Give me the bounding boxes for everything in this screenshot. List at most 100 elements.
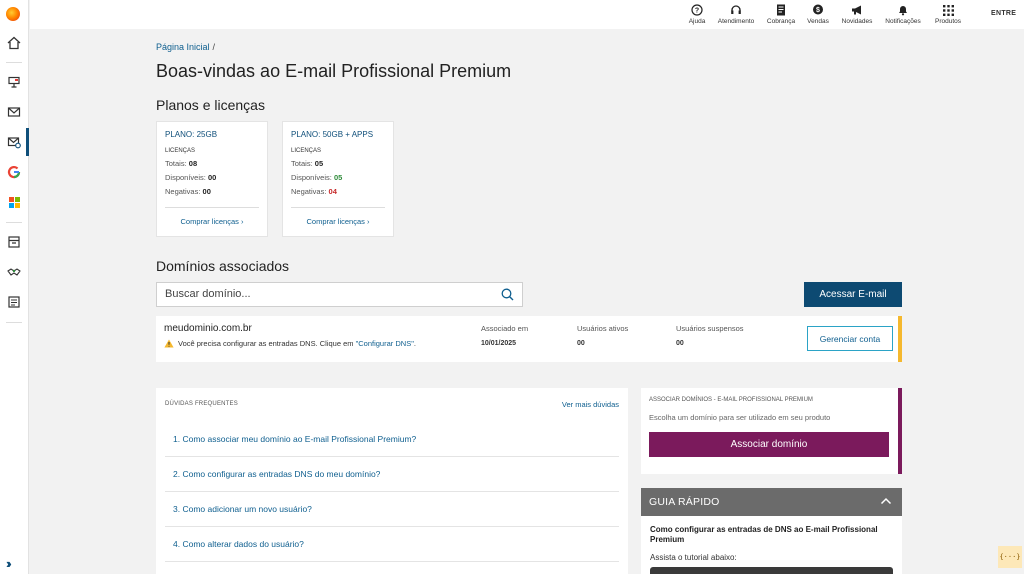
double-chevron-right-icon: ›› <box>6 556 11 571</box>
associated-date: Associado em 10/01/2025 <box>481 324 529 347</box>
quick-guide-panel: GUIA RÁPIDO Como configurar as entradas … <box>641 488 902 574</box>
topbar-help[interactable]: ? Ajuda <box>675 3 719 25</box>
sidebar-item-home[interactable] <box>4 33 24 53</box>
manage-account-button[interactable]: Gerenciar conta <box>807 326 893 351</box>
sidebar-divider <box>6 322 22 323</box>
topbar-notifications[interactable]: Notificações <box>881 3 925 25</box>
search-icon[interactable] <box>501 288 514 301</box>
quick-guide-header[interactable]: GUIA RÁPIDO <box>641 488 902 516</box>
bell-icon <box>899 6 907 16</box>
buy-licenses-link[interactable]: Comprar licenças › <box>283 217 393 226</box>
google-icon <box>7 165 21 179</box>
headset-icon <box>731 5 741 14</box>
associate-domain-panel: ASSOCIAR DOMÍNIOS - E-MAIL PROFISSIONAL … <box>641 388 902 474</box>
breadcrumb-home-link[interactable]: Página Inicial <box>156 42 210 52</box>
sidebar-item-google[interactable] <box>4 162 24 182</box>
topbar-news[interactable]: Novidades <box>835 3 879 25</box>
configure-dns-link[interactable]: "Configurar DNS" <box>356 339 414 348</box>
active-users: Usuários ativos 00 <box>577 324 629 347</box>
licenses-header: LICENÇAS <box>291 148 322 154</box>
store-icon <box>8 236 20 248</box>
domain-name: meudominio.com.br <box>164 323 252 334</box>
licenses-negative: Negativas: 00 <box>165 187 211 196</box>
buy-licenses-link[interactable]: Comprar licenças › <box>157 217 267 226</box>
topbar-sales[interactable]: $ Vendas <box>796 3 840 25</box>
chevron-right-icon: › <box>366 217 370 226</box>
sidebar-item-marketing[interactable] <box>4 72 24 92</box>
topbar-label: Produtos <box>934 18 962 25</box>
brand-logo[interactable] <box>6 7 20 21</box>
sidebar-divider <box>6 62 22 63</box>
mail-settings-icon <box>7 137 21 149</box>
licenses-total: Totais: 05 <box>291 159 324 168</box>
sidebar-item-microsoft[interactable] <box>4 192 24 212</box>
sidebar: ›› <box>0 0 29 574</box>
topbar-label: Cobrança <box>766 18 796 25</box>
plans-title: Planos e licenças <box>156 97 265 113</box>
faq-item[interactable]: 4. Como alterar dados do usuário? <box>165 527 619 562</box>
sidebar-item-reports[interactable] <box>4 292 24 312</box>
domain-row: meudominio.com.br Você precisa configura… <box>156 316 902 362</box>
top-bar: ? Ajuda Atendimento Cobrança $ Vendas No… <box>30 0 1024 29</box>
sidebar-item-email-premium[interactable] <box>4 132 24 152</box>
quick-guide-subtitle: Assista o tutorial abaixo: <box>650 553 737 562</box>
faq-more-link[interactable]: Ver mais dúvidas <box>562 400 619 409</box>
home-icon <box>7 36 21 50</box>
domains-title: Domínios associados <box>156 258 290 274</box>
faq-item[interactable]: 2. Como configurar as entradas DNS do me… <box>165 457 619 492</box>
faq-panel: DÚVIDAS FREQUENTES Ver mais dúvidas 1. C… <box>156 388 628 574</box>
handshake-icon <box>7 268 21 276</box>
plan-card: PLANO: 50GB + APPS LICENÇAS Totais: 05 D… <box>282 121 394 237</box>
associate-title: ASSOCIAR DOMÍNIOS - E-MAIL PROFISSIONAL … <box>649 397 813 403</box>
sidebar-item-store[interactable] <box>4 232 24 252</box>
suspended-users: Usuários suspensos 00 <box>676 324 744 347</box>
login-link[interactable]: ENTRE <box>991 10 1016 17</box>
licenses-available: Disponíveis: 00 <box>165 173 217 182</box>
topbar-label: Ajuda <box>688 18 706 25</box>
document-icon <box>777 4 785 16</box>
grid-icon <box>942 4 954 16</box>
topbar-label: Novidades <box>841 18 873 25</box>
domain-search-input[interactable] <box>165 288 485 300</box>
faq-title: DÚVIDAS FREQUENTES <box>165 401 238 407</box>
dollar-bubble-icon: $ <box>813 4 823 15</box>
dns-warning: Você precisa configurar as entradas DNS.… <box>164 339 416 348</box>
topbar-label: Atendimento <box>717 18 755 25</box>
chevron-up-icon[interactable] <box>880 496 892 506</box>
page-title: Boas-vindas ao E-mail Profissional Premi… <box>156 61 512 81</box>
topbar-label: Vendas <box>807 18 829 25</box>
domain-search <box>156 282 523 307</box>
microsoft-icon <box>8 196 20 208</box>
divider <box>165 207 259 208</box>
plan-name: PLANO: 25GB <box>165 130 218 139</box>
topbar-products[interactable]: Produtos <box>926 3 970 25</box>
presentation-icon <box>8 76 20 88</box>
plan-name: PLANO: 50GB + APPS <box>291 130 374 139</box>
access-email-button[interactable]: Acessar E-mail <box>804 282 902 307</box>
topbar-label: Notificações <box>885 18 921 25</box>
sidebar-item-partners[interactable] <box>4 262 24 282</box>
svg-text:?: ? <box>695 8 699 15</box>
quick-guide-title: GUIA RÁPIDO <box>649 496 720 508</box>
associate-domain-button[interactable]: Associar domínio <box>649 432 889 457</box>
svg-text:$: $ <box>816 7 820 14</box>
sidebar-item-email[interactable] <box>4 102 24 122</box>
mail-icon <box>7 107 21 117</box>
sidebar-divider <box>6 222 22 223</box>
sidebar-expand-button[interactable]: ›› <box>6 556 11 571</box>
licenses-negative: Negativas: 04 <box>291 187 337 196</box>
topbar-support[interactable]: Atendimento <box>714 3 758 25</box>
plan-card: PLANO: 25GB LICENÇAS Totais: 08 Disponív… <box>156 121 268 237</box>
breadcrumb-separator: / <box>212 42 216 52</box>
tutorial-video[interactable] <box>650 567 893 574</box>
breadcrumb: Página Inicial / <box>156 42 215 52</box>
quick-guide-question: Como configurar as entradas de DNS ao E-… <box>650 525 878 544</box>
devtools-toggle[interactable]: {···} <box>998 546 1022 568</box>
help-circle-icon: ? <box>691 4 703 16</box>
faq-item[interactable]: 1. Como associar meu domínio ao E-mail P… <box>165 422 619 457</box>
licenses-header: LICENÇAS <box>165 148 196 154</box>
report-icon <box>8 296 20 308</box>
faq-item[interactable]: 3. Como adicionar um novo usuário? <box>165 492 619 527</box>
divider <box>291 207 385 208</box>
chevron-right-icon: › <box>240 217 244 226</box>
